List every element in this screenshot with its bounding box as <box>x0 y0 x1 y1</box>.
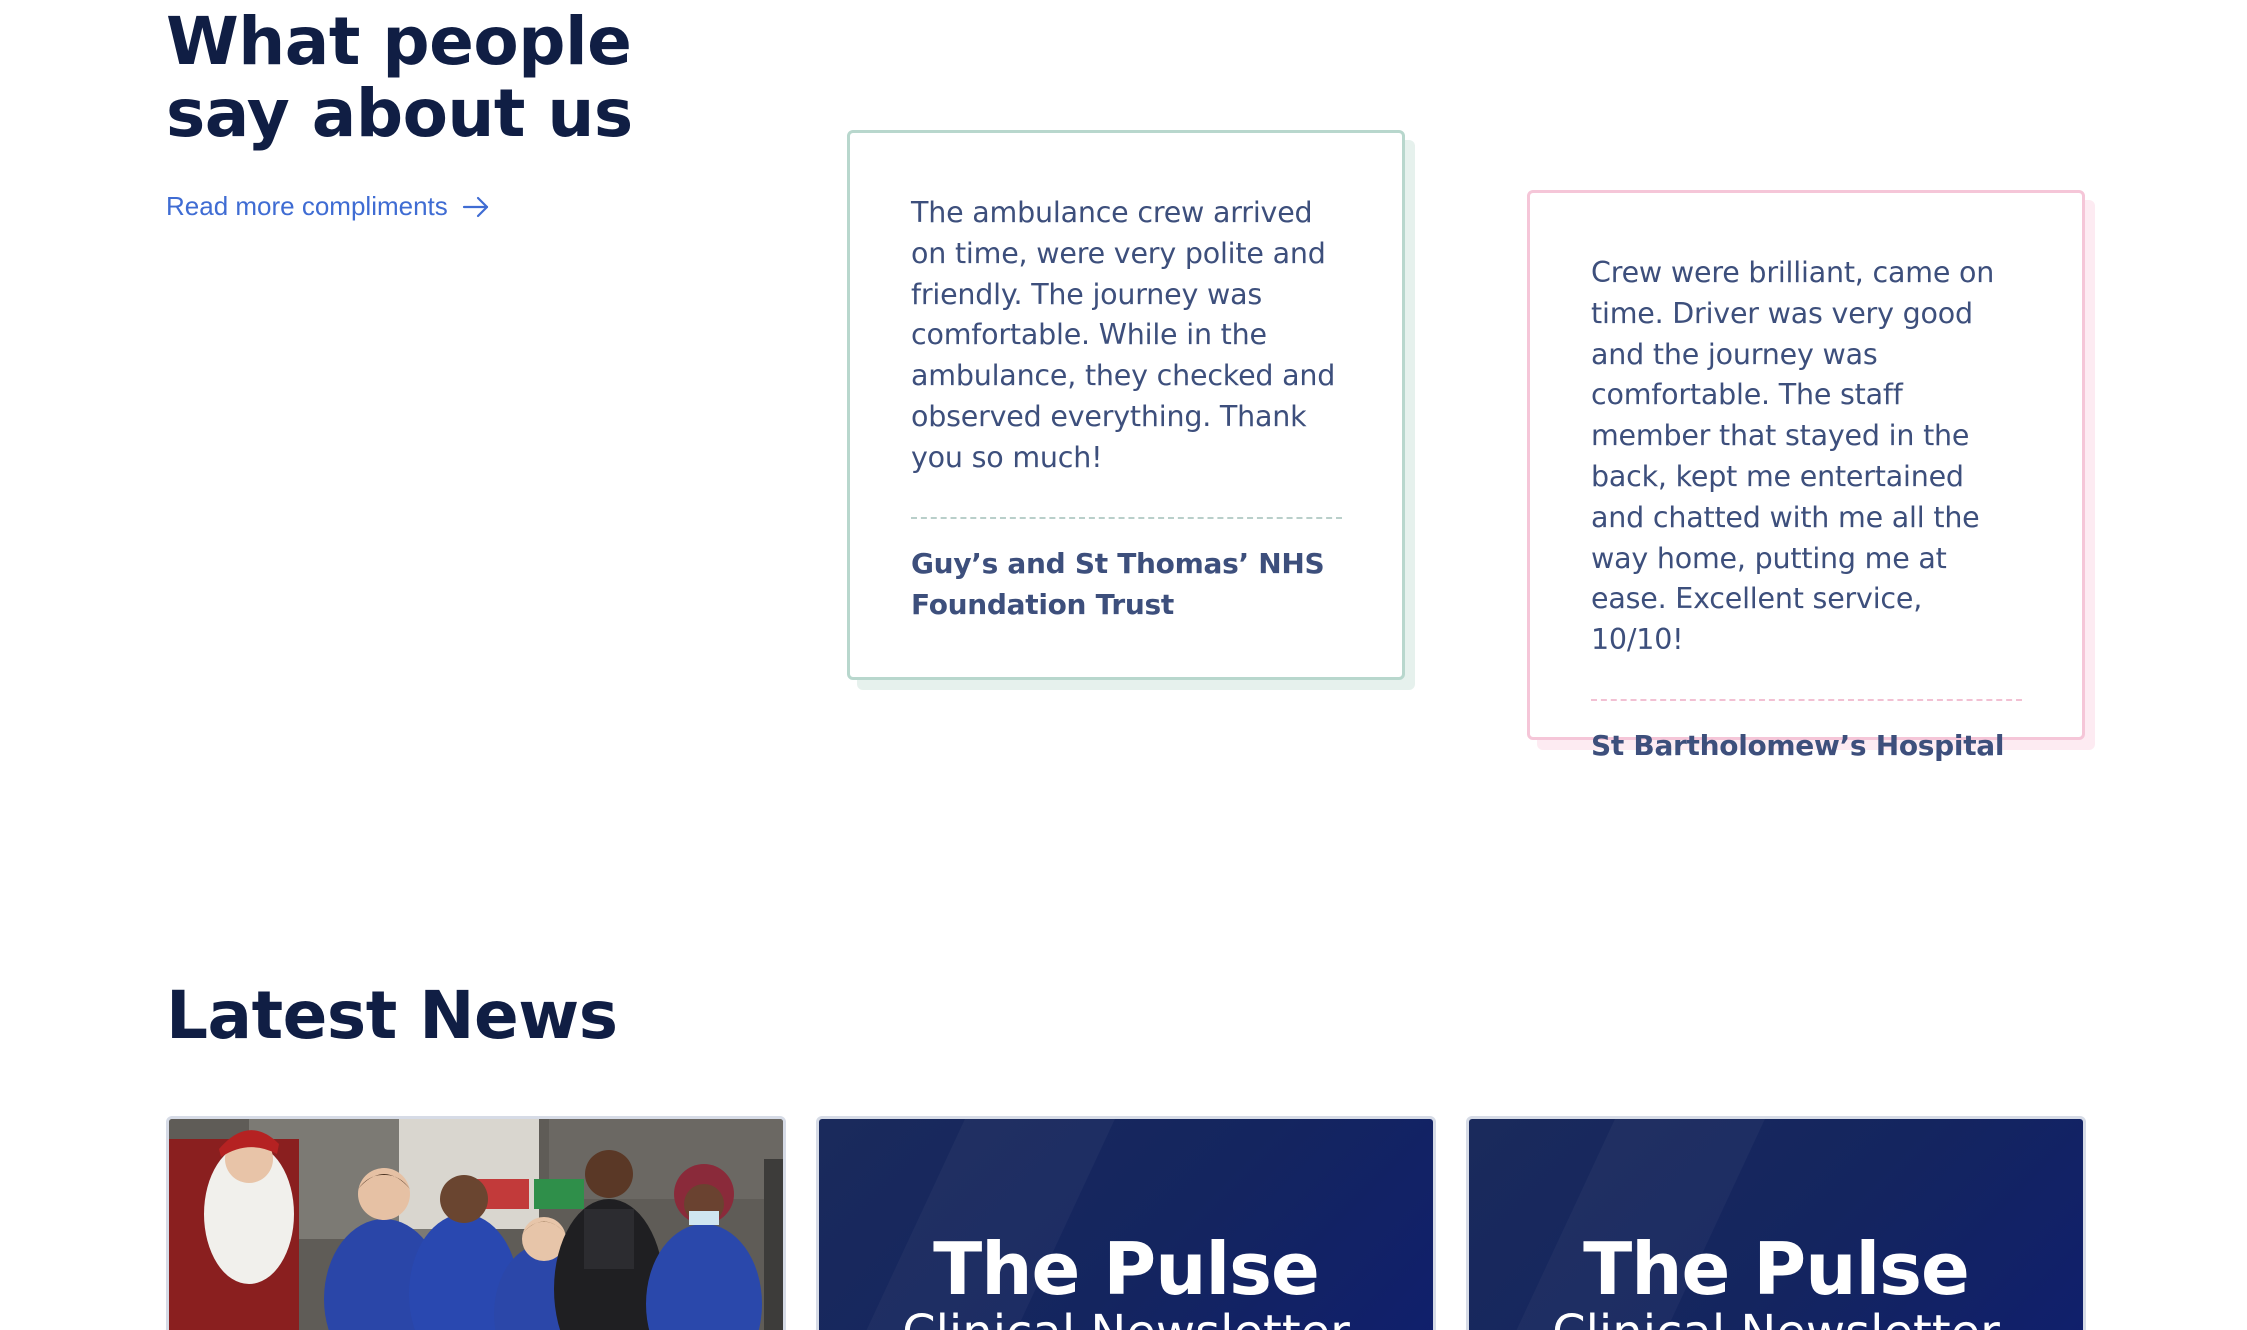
news-card-photo[interactable] <box>166 1116 786 1330</box>
testimonials-heading: What people say about us <box>166 3 633 152</box>
testimonial-quote: The ambulance crew arrived on time, were… <box>911 196 1336 474</box>
testimonial-source: St Bartholomew’s Hospital <box>1591 728 2005 762</box>
read-more-compliments-link[interactable]: Read more compliments <box>166 191 490 222</box>
news-card-newsletter[interactable]: The Pulse Clinical Newsletter <box>1466 1116 2086 1330</box>
testimonial-divider <box>911 516 1342 519</box>
newsletter-title: The Pulse <box>933 1227 1320 1311</box>
read-more-label: Read more compliments <box>166 191 448 221</box>
news-card-newsletter[interactable]: The Pulse Clinical Newsletter <box>816 1116 1436 1330</box>
testimonial-divider <box>1591 698 2022 701</box>
latest-news-heading: Latest News <box>166 977 618 1054</box>
newsletter-subtitle: Clinical Newsletter <box>1469 1305 2083 1330</box>
staff-christmas-photo-image <box>169 1119 783 1330</box>
newsletter-subtitle: Clinical Newsletter <box>819 1305 1433 1330</box>
arrow-right-icon <box>462 196 488 217</box>
testimonial-quote: Crew were brilliant, came on time. Drive… <box>1591 256 1995 657</box>
newsletter-title: The Pulse <box>1583 1227 1970 1311</box>
testimonial-card: The ambulance crew arrived on time, were… <box>847 130 1405 680</box>
testimonial-source: Guy’s and St Thomas’ NHS Foundation Trus… <box>911 546 1325 621</box>
testimonial-card: Crew were brilliant, came on time. Drive… <box>1527 190 2085 762</box>
page: What people say about us Read more compl… <box>0 0 2247 1330</box>
